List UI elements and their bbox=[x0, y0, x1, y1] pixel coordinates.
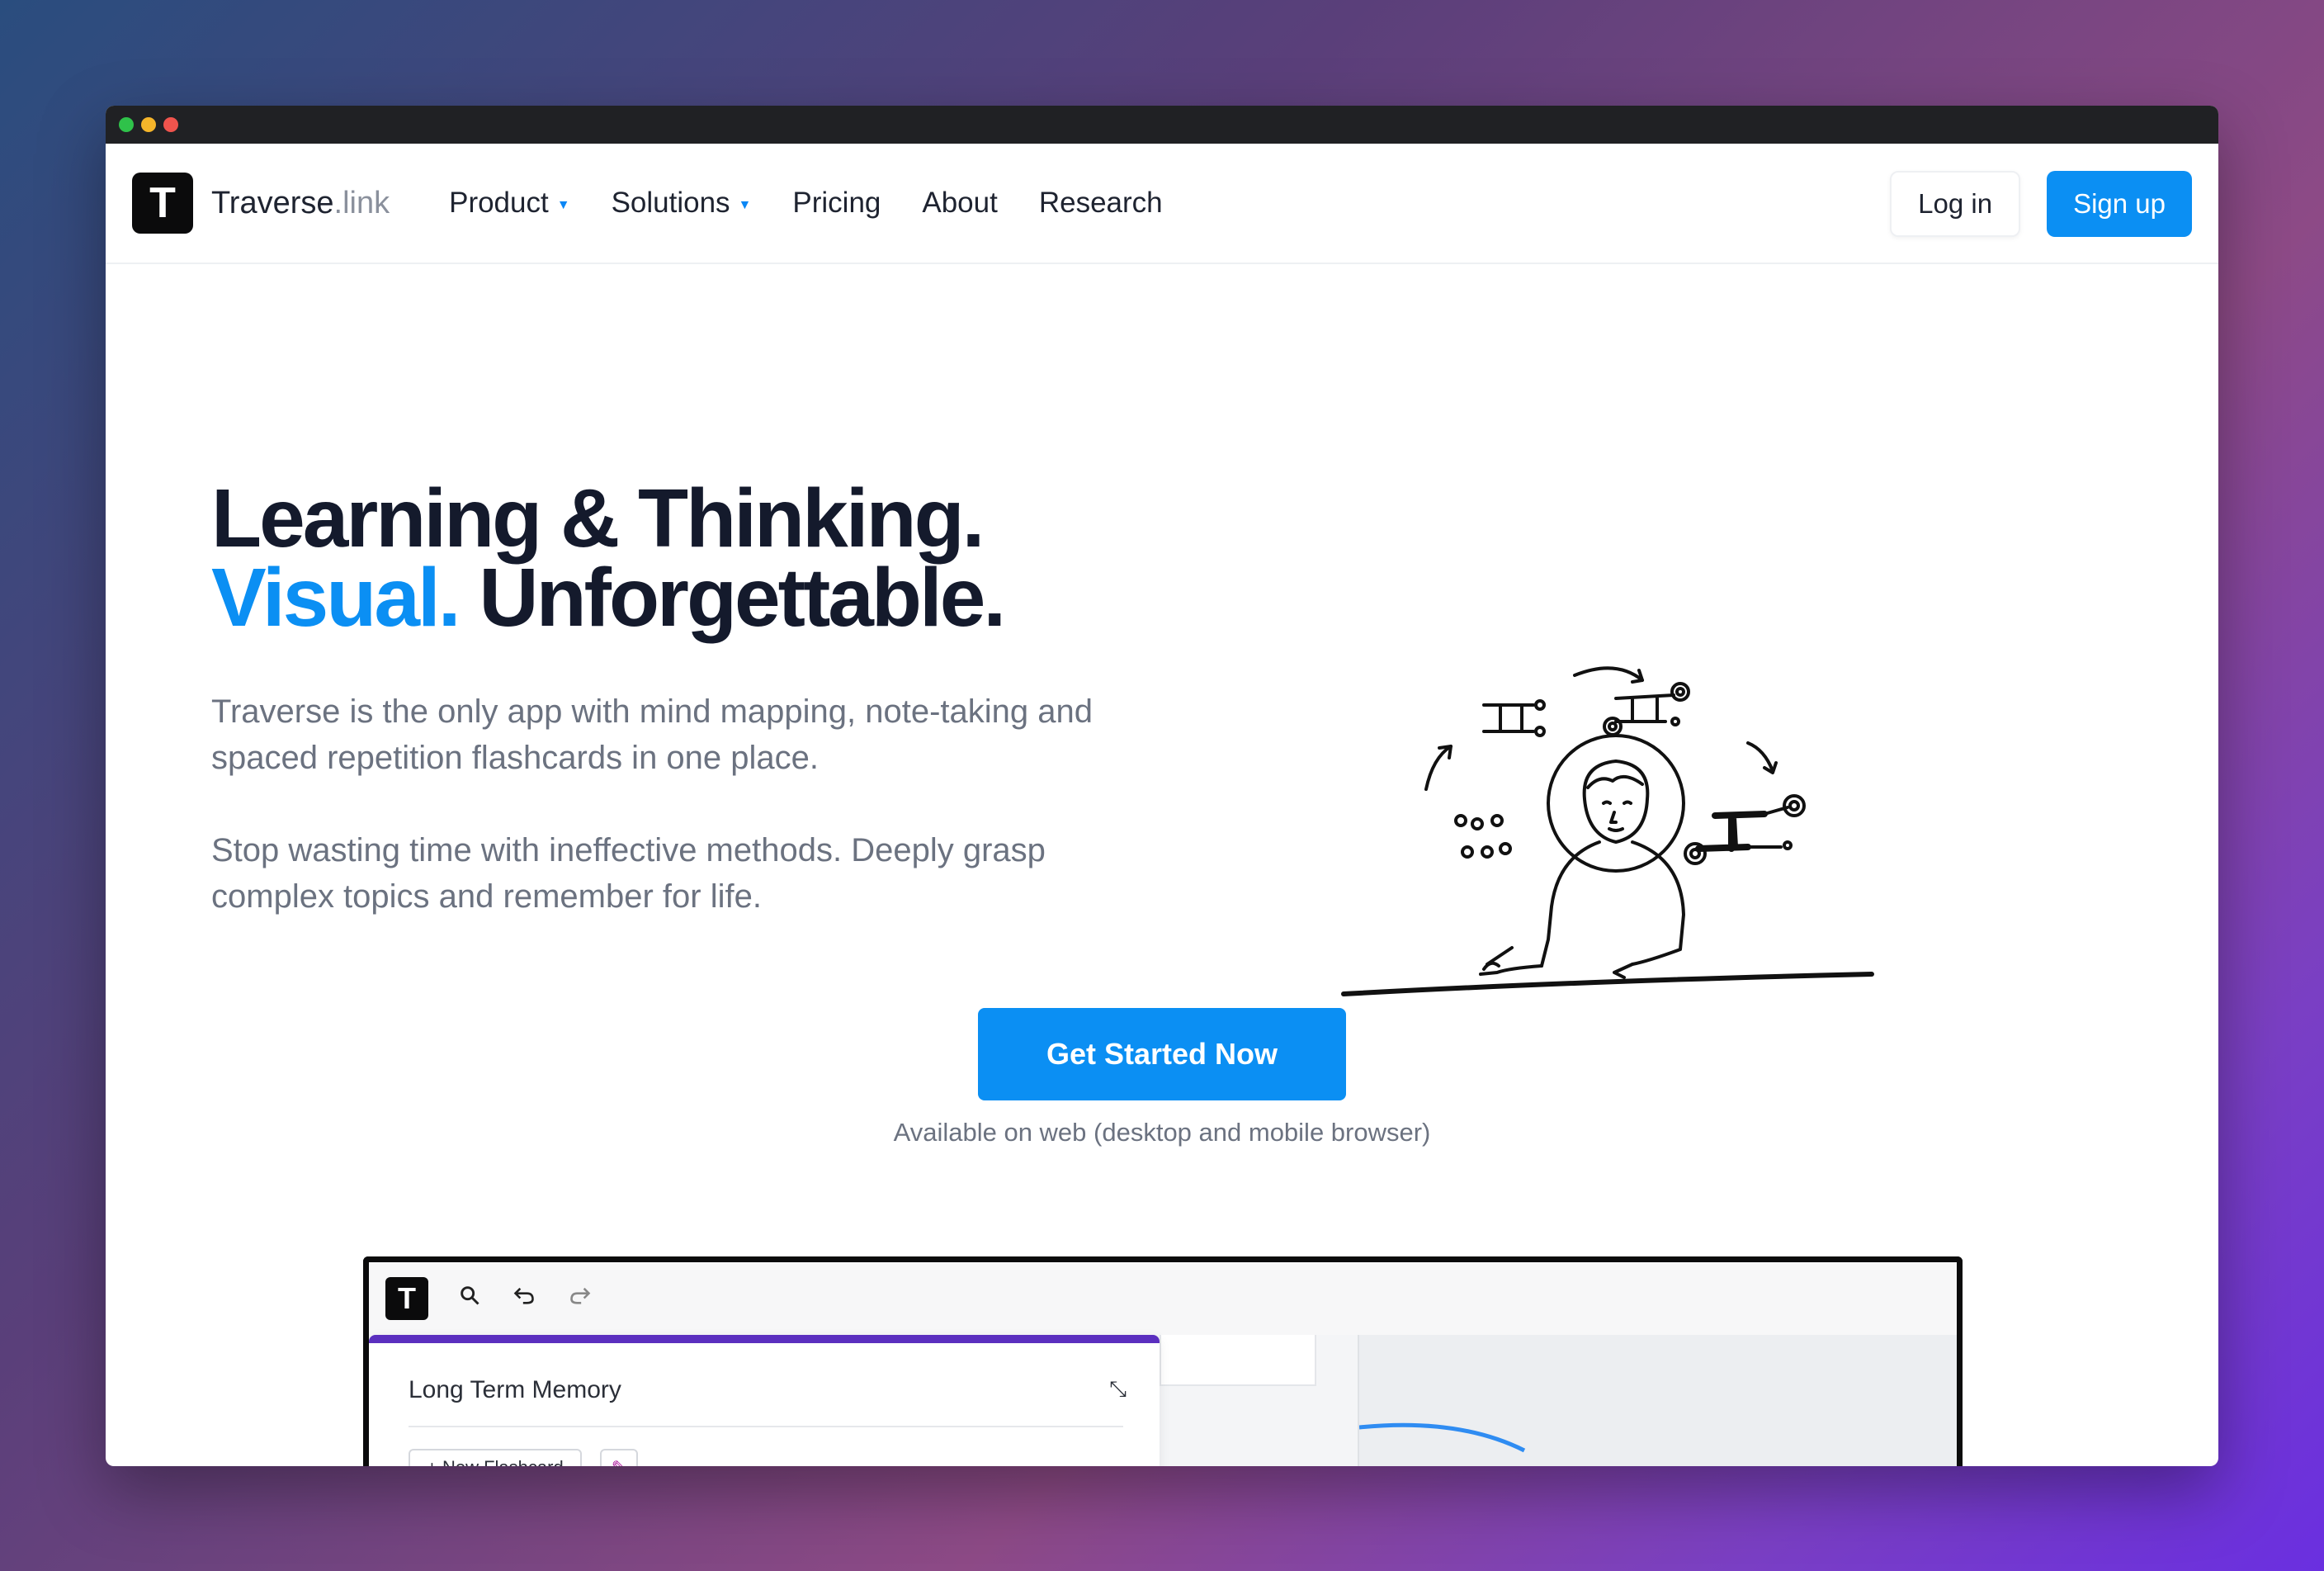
signup-button[interactable]: Sign up bbox=[2047, 171, 2192, 237]
menu-item-about[interactable]: About bbox=[922, 187, 997, 220]
menu-item-research[interactable]: Research bbox=[1039, 187, 1163, 220]
chat-button[interactable] bbox=[2207, 1455, 2218, 1466]
hero-paragraph-2: Stop wasting time with ineffective metho… bbox=[211, 832, 1046, 915]
menu-item-label: Pricing bbox=[792, 187, 881, 219]
app-logo-letter: T bbox=[398, 1281, 416, 1315]
menu-item-solutions[interactable]: Solutions ▼ bbox=[612, 187, 752, 220]
menu-item-product[interactable]: Product ▼ bbox=[449, 187, 569, 220]
app-canvas-card bbox=[1160, 1335, 1316, 1386]
login-button[interactable]: Log in bbox=[1890, 171, 2021, 237]
hero-title-line2: Visual. Unforgettable. bbox=[211, 556, 1006, 639]
auth-buttons: Log in Sign up bbox=[1890, 171, 2192, 237]
menu-item-pricing[interactable]: Pricing bbox=[792, 187, 881, 220]
flashcard-panel-title: Long Term Memory bbox=[409, 1376, 621, 1403]
app-preview-screenshot: T Long Term Memory ⤡ + New Flashcard ✎ bbox=[363, 1256, 1963, 1466]
caret-down-icon: ▼ bbox=[738, 198, 752, 212]
app-canvas-curve bbox=[1358, 1422, 1526, 1453]
window-minimize-button[interactable] bbox=[141, 117, 156, 132]
hero-paragraph-1: Traverse is the only app with mind mappi… bbox=[211, 693, 1093, 776]
flashcard-panel: Long Term Memory ⤡ + New Flashcard ✎ bbox=[369, 1335, 1160, 1466]
browser-window: T Traverse.link Product ▼ Solutions ▼ Pr… bbox=[106, 106, 2218, 1466]
collapse-icon: ⤡ bbox=[1109, 1376, 1127, 1401]
main-menu: Product ▼ Solutions ▼ Pricing About Rese… bbox=[449, 187, 1163, 220]
brand-main: Traverse bbox=[211, 185, 334, 220]
availability-note: Available on web (desktop and mobile bro… bbox=[893, 1118, 1431, 1147]
get-started-button[interactable]: Get Started Now bbox=[978, 1008, 1346, 1100]
hero-title-accent: Visual. bbox=[211, 551, 461, 644]
search-icon bbox=[458, 1284, 481, 1313]
hero-illustration bbox=[1341, 666, 1874, 996]
window-maximize-button[interactable] bbox=[119, 117, 134, 132]
hero-title: Learning & Thinking. Visual. Unforgettab… bbox=[211, 472, 1006, 639]
top-navigation: T Traverse.link Product ▼ Solutions ▼ Pr… bbox=[106, 144, 2218, 264]
window-close-button[interactable] bbox=[163, 117, 178, 132]
logo-letter: T bbox=[149, 179, 176, 227]
app-logo: T bbox=[385, 1277, 428, 1320]
menu-item-label: Product bbox=[449, 187, 549, 219]
caret-down-icon: ▼ bbox=[556, 198, 570, 212]
undo-icon bbox=[511, 1284, 537, 1313]
app-canvas bbox=[1358, 1335, 1957, 1466]
pen-icon: ✎ bbox=[600, 1449, 638, 1466]
app-toolbar: T bbox=[369, 1262, 1957, 1335]
menu-item-label: About bbox=[922, 187, 998, 219]
menu-item-label: Research bbox=[1038, 187, 1163, 219]
hero-title-line1: Learning & Thinking. bbox=[211, 472, 985, 565]
menu-item-label: Solutions bbox=[611, 187, 730, 219]
traverse-logo[interactable]: T bbox=[132, 173, 193, 234]
divider bbox=[409, 1426, 1123, 1427]
hero-title-rest: Unforgettable. bbox=[479, 551, 1006, 644]
new-flashcard-button: + New Flashcard bbox=[409, 1449, 582, 1466]
brand-name[interactable]: Traverse.link bbox=[211, 186, 390, 221]
redo-icon bbox=[567, 1284, 593, 1313]
window-titlebar bbox=[106, 106, 2218, 144]
brand-ext: .link bbox=[333, 185, 390, 220]
